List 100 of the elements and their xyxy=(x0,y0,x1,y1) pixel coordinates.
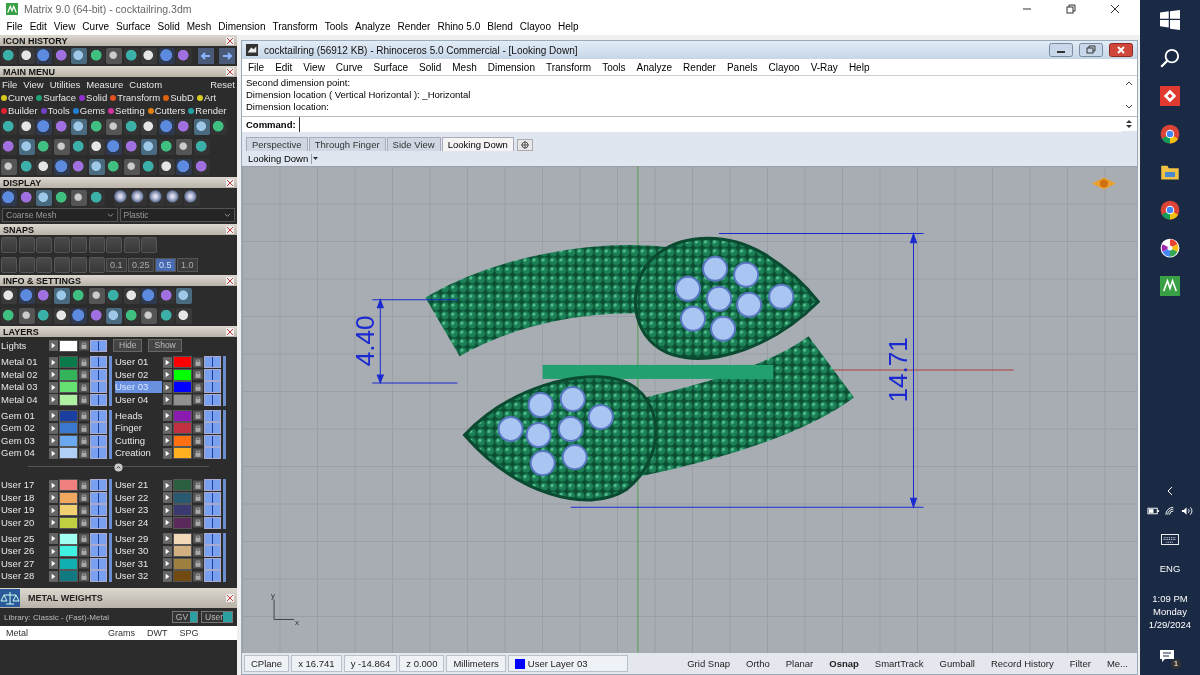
dropdown[interactable]: Plastic xyxy=(119,208,235,222)
visibility-toggle[interactable] xyxy=(90,557,107,570)
lock-icon[interactable] xyxy=(193,356,203,368)
menu-item[interactable]: Edit xyxy=(26,20,51,32)
lock-icon[interactable] xyxy=(79,545,89,557)
color-swatch[interactable] xyxy=(173,570,192,582)
reset-link[interactable]: Reset xyxy=(210,78,235,90)
tool-icon[interactable] xyxy=(106,288,122,304)
command-field[interactable] xyxy=(298,117,1121,132)
color-swatch[interactable] xyxy=(59,516,78,529)
tool-icon[interactable] xyxy=(88,119,105,135)
color-swatch[interactable] xyxy=(173,447,192,459)
tool-icon[interactable] xyxy=(141,119,157,135)
tool-icon[interactable] xyxy=(123,159,140,175)
display-mode-icon[interactable] xyxy=(88,190,105,206)
tool-icon[interactable] xyxy=(123,48,140,64)
status-toggle[interactable]: Record History xyxy=(983,655,1061,672)
display-mode-icon[interactable] xyxy=(36,190,52,206)
tool-icon[interactable] xyxy=(71,139,87,155)
lock-icon[interactable] xyxy=(79,394,89,405)
clock-date[interactable]: 1/29/2024 xyxy=(1148,618,1192,631)
tool-icon[interactable] xyxy=(123,119,140,135)
material-icon[interactable] xyxy=(183,190,200,206)
tool-icon[interactable] xyxy=(18,308,35,324)
color-swatch[interactable] xyxy=(59,434,78,447)
menu-item[interactable]: Surface xyxy=(373,61,408,73)
menu-item[interactable]: File xyxy=(248,61,265,73)
expand-icon[interactable] xyxy=(163,517,172,528)
lock-icon[interactable] xyxy=(193,504,203,516)
app-icon[interactable] xyxy=(1160,86,1180,106)
visibility-toggle[interactable] xyxy=(204,570,221,582)
color-swatch[interactable] xyxy=(173,516,192,529)
visibility-toggle[interactable] xyxy=(204,516,221,529)
menu-item[interactable]: File xyxy=(2,78,18,90)
lock-icon[interactable] xyxy=(79,369,89,380)
color-swatch[interactable] xyxy=(173,356,192,368)
menu-item[interactable]: Solid xyxy=(419,61,442,73)
expand-icon[interactable] xyxy=(49,479,58,491)
layer-name[interactable]: Lights xyxy=(1,339,48,352)
lock-icon[interactable] xyxy=(79,410,89,421)
status-toggle[interactable]: Grid Snap xyxy=(680,655,737,672)
restore-icon[interactable] xyxy=(1079,43,1103,57)
expand-icon[interactable] xyxy=(49,558,58,569)
expand-icon[interactable] xyxy=(49,435,58,446)
menu-item[interactable]: View xyxy=(23,78,44,90)
dropdown[interactable]: Coarse Mesh xyxy=(2,208,118,222)
layer-name[interactable]: User 19 xyxy=(1,504,48,516)
display-mode-icon[interactable] xyxy=(1,190,17,206)
restore-icon[interactable] xyxy=(1066,3,1076,14)
category-link[interactable]: Gems xyxy=(79,105,106,116)
tool-icon[interactable] xyxy=(88,288,105,304)
menu-item[interactable]: Curve xyxy=(78,20,113,32)
visibility-toggle[interactable] xyxy=(90,504,107,516)
menu-item[interactable]: Dimension xyxy=(487,61,535,73)
tool-icon[interactable] xyxy=(211,119,227,135)
visibility-toggle[interactable] xyxy=(90,545,107,557)
category-link[interactable]: Cutters xyxy=(154,105,186,116)
lock-icon[interactable] xyxy=(193,492,203,503)
expand-icon[interactable] xyxy=(163,356,172,368)
expand-icon[interactable] xyxy=(163,422,172,434)
menu-item[interactable]: Transform xyxy=(268,20,322,32)
menu-item[interactable]: Render xyxy=(683,61,716,73)
tool-icon[interactable] xyxy=(18,159,35,175)
category-link[interactable]: Transform xyxy=(117,92,161,103)
status-toggle[interactable]: Filter xyxy=(1062,655,1098,672)
tool-icon[interactable] xyxy=(141,159,157,175)
visibility-toggle[interactable] xyxy=(90,447,107,459)
expand-icon[interactable] xyxy=(49,545,58,557)
add-tab-icon[interactable] xyxy=(516,139,533,151)
color-swatch[interactable] xyxy=(173,434,192,447)
layer-name[interactable]: Metal 01 xyxy=(1,356,48,368)
material-icon[interactable] xyxy=(113,190,130,206)
tool-icon[interactable] xyxy=(106,119,122,135)
layer-name[interactable]: Metal 04 xyxy=(1,393,48,406)
lock-icon[interactable] xyxy=(79,504,89,516)
layer-name[interactable]: Gem 03 xyxy=(1,434,48,447)
tool-icon[interactable] xyxy=(88,139,105,155)
color-swatch[interactable] xyxy=(173,545,192,557)
visibility-toggle[interactable] xyxy=(90,434,107,447)
menu-item[interactable]: Analyze xyxy=(636,61,673,73)
notification-icon[interactable] xyxy=(1159,649,1175,663)
menu-item[interactable]: V-Ray xyxy=(810,61,838,73)
layer-name[interactable]: User 32 xyxy=(115,570,162,582)
layer-name[interactable]: Gem 01 xyxy=(1,409,48,422)
viewport-title[interactable]: Looking Down xyxy=(248,153,309,164)
tool-icon[interactable] xyxy=(158,159,175,175)
visibility-toggle[interactable] xyxy=(90,516,107,529)
tool-icon[interactable] xyxy=(1,48,17,64)
visibility-toggle[interactable] xyxy=(90,339,107,352)
color-swatch[interactable] xyxy=(59,504,78,516)
visibility-toggle[interactable] xyxy=(90,368,107,381)
layer-name[interactable]: User 24 xyxy=(115,516,162,529)
expand-icon[interactable] xyxy=(49,356,58,368)
pinwheel-icon[interactable] xyxy=(1160,238,1180,258)
tool-icon[interactable] xyxy=(53,139,70,155)
menu-item[interactable]: Utilities xyxy=(49,78,81,90)
material-icon[interactable] xyxy=(166,190,182,206)
layer-name[interactable]: User 01 xyxy=(115,356,162,368)
color-swatch[interactable] xyxy=(173,422,192,434)
minimize-icon[interactable] xyxy=(1049,43,1073,57)
